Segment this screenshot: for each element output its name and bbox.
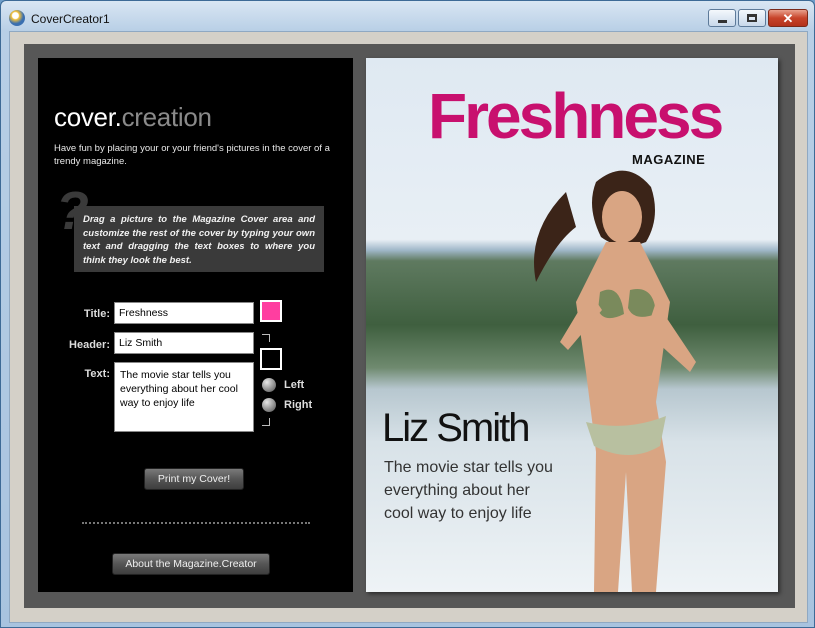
cover-text[interactable]: The movie star tells you everything abou… <box>384 456 554 525</box>
text-label: Text: <box>84 368 110 380</box>
brand-logo: cover.creation <box>54 102 212 133</box>
align-left-label: Left <box>284 379 305 391</box>
brand-part1: cover. <box>54 102 122 132</box>
stage: cover.creation Have fun by placing your … <box>24 44 795 608</box>
cover-header[interactable]: Liz Smith <box>382 408 530 448</box>
close-button[interactable]: ✕ <box>768 9 808 27</box>
client-area: cover.creation Have fun by placing your … <box>9 31 808 623</box>
help-box: Drag a picture to the Magazine Cover are… <box>74 206 324 272</box>
align-left-option[interactable]: Left <box>262 378 304 392</box>
about-button[interactable]: About the Magazine.Creator <box>112 553 270 575</box>
print-cover-button[interactable]: Print my Cover! <box>144 468 244 490</box>
window-title: CoverCreator1 <box>31 12 110 26</box>
minimize-icon <box>717 19 727 23</box>
title-label: Title: <box>83 308 110 320</box>
text-input[interactable]: The movie star tells you everything abou… <box>114 362 254 432</box>
close-icon: ✕ <box>782 10 794 26</box>
text-corner-bottom <box>262 418 270 426</box>
align-right-label: Right <box>284 399 313 411</box>
brand-part2: creation <box>121 102 212 132</box>
maximize-icon <box>747 14 757 22</box>
cover-title[interactable]: Freshness <box>428 84 724 148</box>
radio-right-icon <box>262 398 276 412</box>
header-color-swatch[interactable] <box>259 347 283 371</box>
align-right-option[interactable]: Right <box>262 398 312 412</box>
title-input[interactable] <box>114 302 254 324</box>
tagline: Have fun by placing your or your friend'… <box>54 143 330 167</box>
header-corner-top <box>262 334 270 342</box>
title-color-swatch[interactable] <box>259 299 283 323</box>
header-label: Header: <box>69 339 110 351</box>
cover-subtitle: MAGAZINE <box>632 152 706 167</box>
title-bar[interactable]: CoverCreator1 ✕ <box>1 1 814 33</box>
app-window: CoverCreator1 ✕ cover.creation Have fun … <box>0 0 815 628</box>
cover-photo-person <box>534 170 696 592</box>
control-panel: cover.creation Have fun by placing your … <box>38 58 353 592</box>
magazine-cover[interactable]: Freshness MAGAZINE Liz Smith The movie s… <box>366 58 778 592</box>
header-input[interactable] <box>114 332 254 354</box>
divider <box>82 522 310 524</box>
app-icon <box>9 10 25 26</box>
radio-left-icon <box>262 378 276 392</box>
maximize-button[interactable] <box>738 9 766 27</box>
minimize-button[interactable] <box>708 9 736 27</box>
